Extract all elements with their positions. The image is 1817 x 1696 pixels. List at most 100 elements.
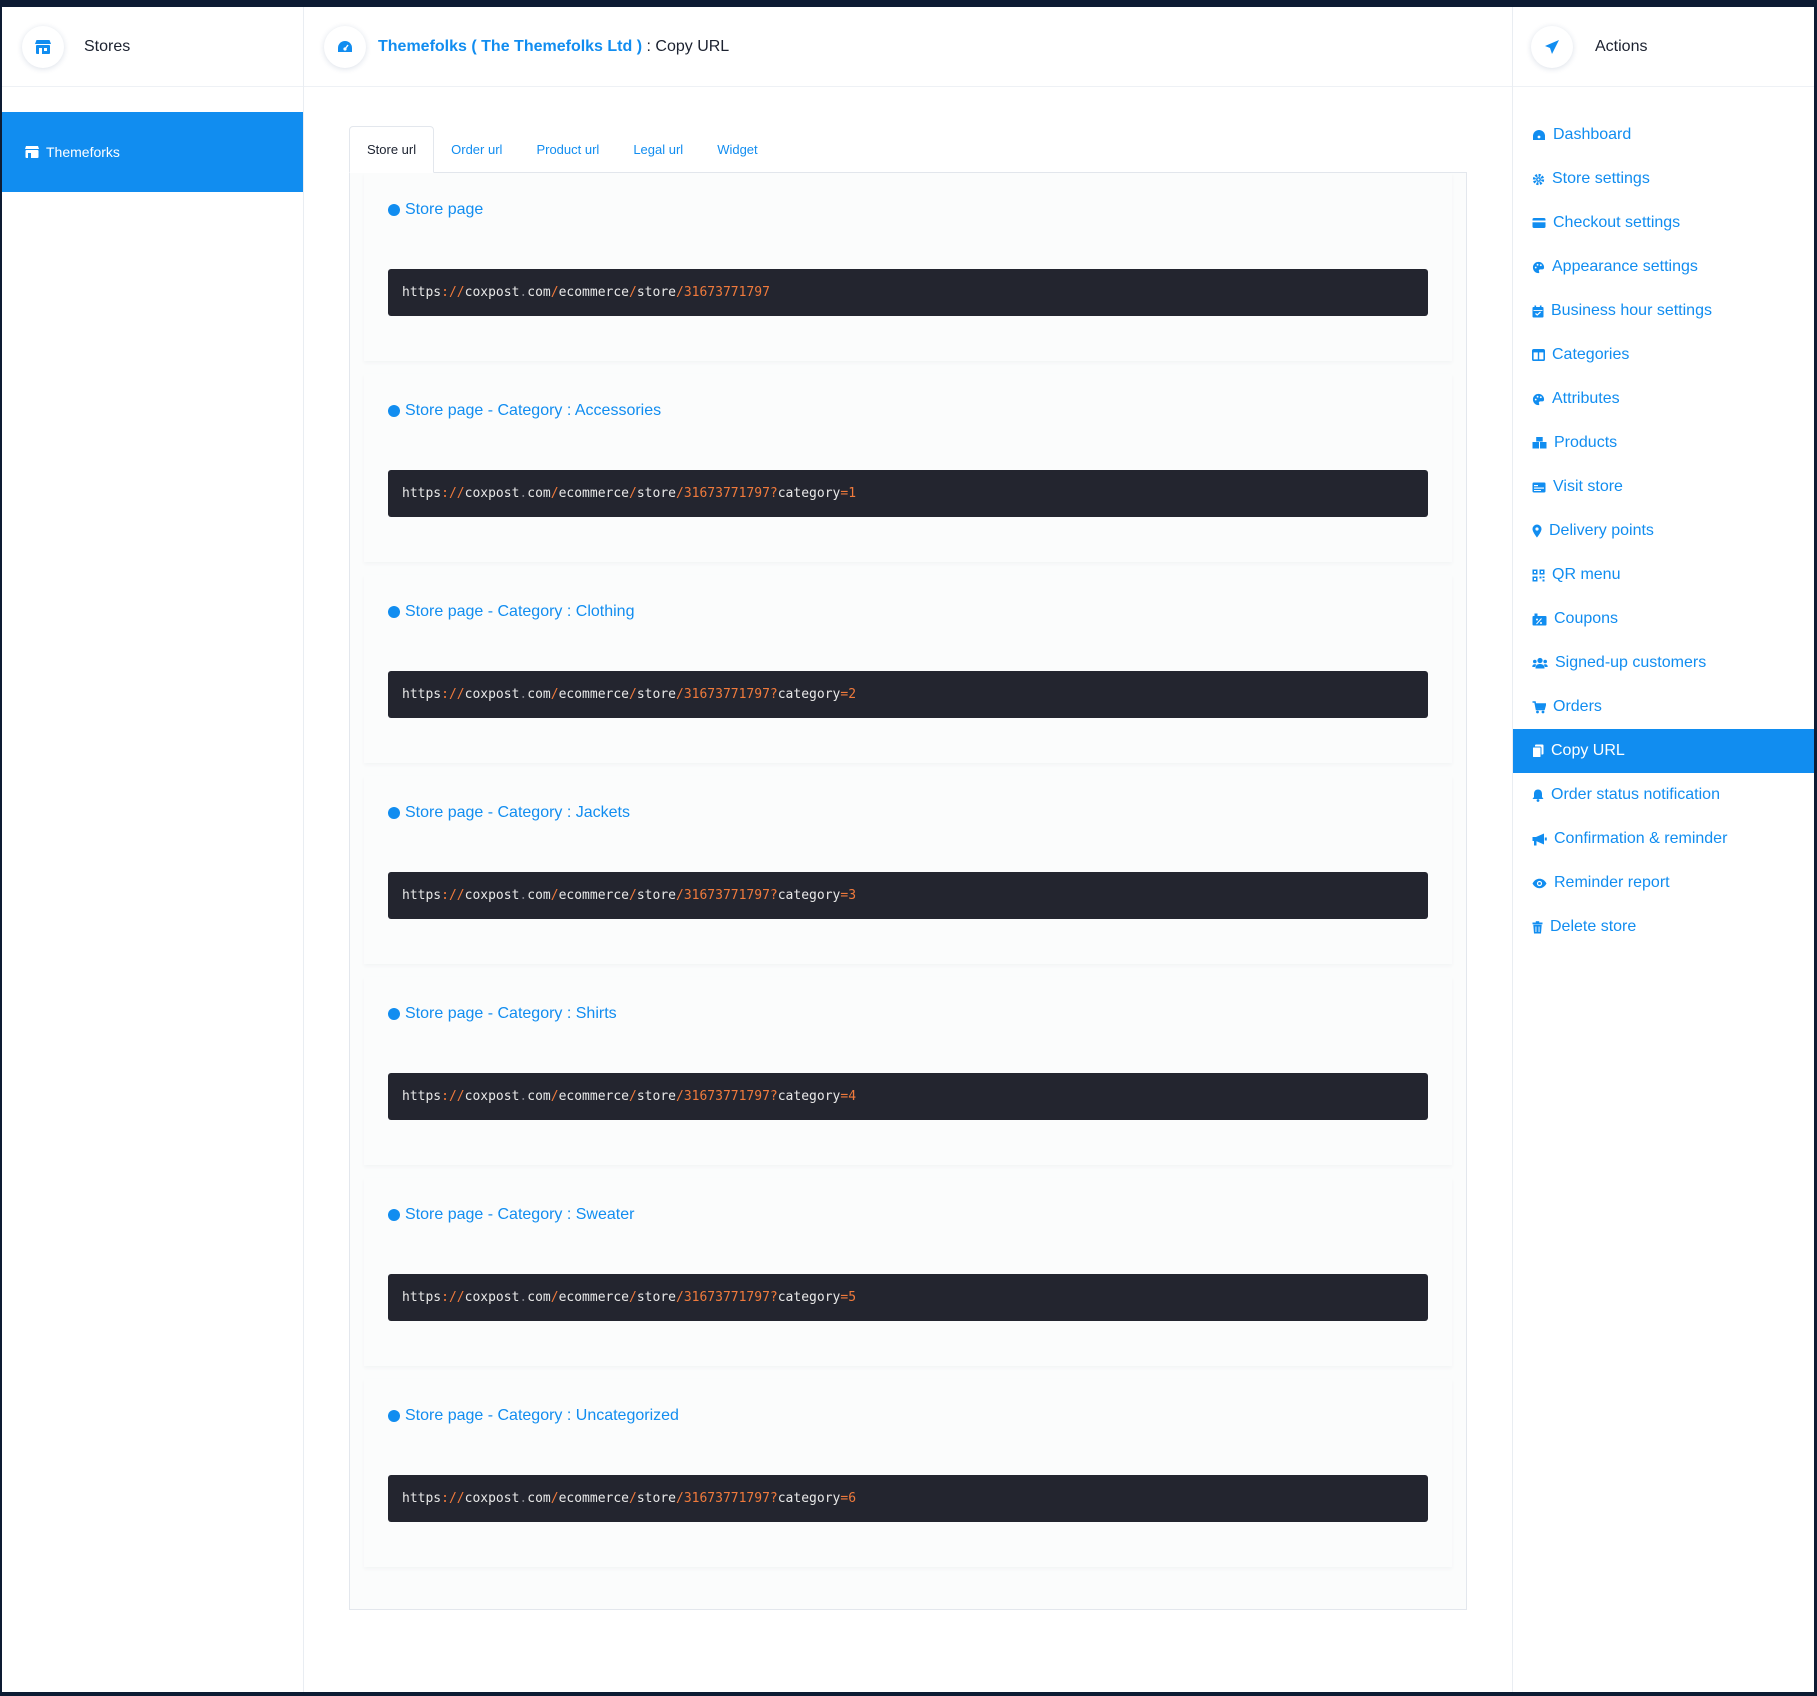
action-visit-store[interactable]: Visit store (1513, 465, 1814, 509)
tab-order-url[interactable]: Order url (434, 126, 519, 172)
url-host: coxpost (464, 1089, 520, 1104)
action-orders[interactable]: Orders (1513, 685, 1814, 729)
url-punct: / (550, 1089, 559, 1104)
url-code-box[interactable]: https://coxpost. com / ecommerce / store/3167… (388, 470, 1428, 517)
store-owner-link[interactable]: ( The Themefolks Ltd ) (471, 38, 642, 55)
action-coupons[interactable]: Coupons (1513, 597, 1814, 641)
tab-store-url[interactable]: Store url (349, 126, 435, 173)
action-qr-menu[interactable]: QR menu (1513, 553, 1814, 597)
dashboard-icon (1533, 129, 1545, 140)
tab-widget[interactable]: Widget (700, 126, 774, 172)
action-label: Signed-up customers (1555, 654, 1707, 671)
action-label: Dashboard (1553, 126, 1632, 143)
url-host: coxpost (464, 285, 520, 300)
url-scheme: https (402, 687, 442, 702)
action-attributes[interactable]: Attributes (1513, 377, 1814, 421)
url-punct: / (629, 285, 637, 300)
url-punct: / (675, 1491, 684, 1506)
palette-icon (1532, 261, 1545, 273)
url-title-link[interactable]: Store page - Category : Accessories (388, 402, 1428, 420)
url-punct: . (519, 1290, 528, 1305)
url-code-box[interactable]: https://coxpost. com / ecommerce / store/3167… (388, 269, 1428, 316)
action-delete-store[interactable]: Delete store (1513, 905, 1814, 949)
store-name-link[interactable]: Themefolks (378, 38, 467, 55)
actions-header: Actions (1513, 7, 1814, 87)
url-punct: :// (441, 888, 465, 903)
url-title: Store page - Category : Jackets (405, 804, 630, 821)
action-reminder-report[interactable]: Reminder report (1513, 861, 1814, 905)
url-title-link[interactable]: Store page - Category : Shirts (388, 1005, 1428, 1023)
url-code-box[interactable]: https://coxpost. com / ecommerce / store/3167… (388, 1274, 1428, 1321)
actions-list: Dashboard Store settings Checkout settin… (1513, 87, 1814, 949)
url-code-box[interactable]: https://coxpost. com / ecommerce / store/3167… (388, 671, 1428, 718)
action-order-status-notification[interactable]: Order status notification (1513, 773, 1814, 817)
url-param: category (777, 687, 841, 702)
url-path: ecommerce (558, 888, 630, 903)
url-punct: / (550, 687, 559, 702)
url-host: com (527, 1290, 551, 1305)
url-path: store (636, 687, 676, 702)
url-path: ecommerce (558, 285, 630, 300)
url-punct: / (629, 1491, 637, 1506)
action-dashboard[interactable]: Dashboard (1513, 113, 1814, 157)
action-products[interactable]: Products (1513, 421, 1814, 465)
url-punct: :// (441, 486, 465, 501)
url-host: com (527, 888, 551, 903)
url-title-link[interactable]: Store page - Category : Jackets (388, 804, 1428, 822)
url-punct: . (519, 1491, 528, 1506)
paper-plane-icon (1531, 25, 1573, 68)
url-param-value: 5 (848, 1290, 857, 1305)
action-business-hour-settings[interactable]: Business hour settings (1513, 289, 1814, 333)
map-marker-icon (1532, 524, 1542, 538)
url-punct: ? (769, 1290, 778, 1305)
url-punct: / (550, 486, 559, 501)
url-punct: / (629, 1089, 637, 1104)
store-list-item[interactable]: Themeforks (2, 112, 303, 192)
url-card: Store page - Category : Shirts https://c… (364, 977, 1452, 1165)
content-area: Store url Order url Product url Legal ur… (304, 87, 1512, 1610)
url-code-box[interactable]: https://coxpost. com / ecommerce / store/3167… (388, 872, 1428, 919)
url-title-link[interactable]: Store page (388, 201, 1428, 219)
action-signed-up-customers[interactable]: Signed-up customers (1513, 641, 1814, 685)
id-card-icon (1532, 482, 1546, 492)
url-param: category (777, 1290, 841, 1305)
page-title: Themefolks ( The Themefolks Ltd ) : Copy… (378, 38, 729, 56)
credit-card-icon (1532, 218, 1546, 228)
url-store-id: 31673771797 (683, 1290, 770, 1305)
store-item-label: Themeforks (46, 144, 120, 160)
url-punct: . (519, 1089, 528, 1104)
stores-title: Stores (84, 37, 131, 55)
url-title-link[interactable]: Store page - Category : Clothing (388, 603, 1428, 621)
action-copy-url[interactable]: Copy URL (1513, 729, 1814, 773)
url-scheme: https (402, 1491, 442, 1506)
url-code-box[interactable]: https://coxpost. com / ecommerce / store/3167… (388, 1073, 1428, 1120)
store-icon (22, 25, 64, 68)
url-host: com (527, 285, 551, 300)
url-punct: . (519, 486, 528, 501)
url-punct: ? (769, 1089, 778, 1104)
action-categories[interactable]: Categories (1513, 333, 1814, 377)
action-store-settings[interactable]: Store settings (1513, 157, 1814, 201)
bullet-icon (388, 204, 400, 216)
url-title-link[interactable]: Store page - Category : Uncategorized (388, 1407, 1428, 1425)
url-scheme: https (402, 1290, 442, 1305)
url-title-link[interactable]: Store page - Category : Sweater (388, 1206, 1428, 1224)
url-punct: / (550, 1290, 559, 1305)
page-header: Themefolks ( The Themefolks Ltd ) : Copy… (304, 7, 1512, 87)
url-card: Store page - Category : Jackets https://… (364, 776, 1452, 964)
url-code-box[interactable]: https://coxpost. com / ecommerce / store/3167… (388, 1475, 1428, 1522)
url-store-id: 31673771797 (683, 687, 770, 702)
url-title: Store page - Category : Uncategorized (405, 1407, 679, 1424)
action-delivery-points[interactable]: Delivery points (1513, 509, 1814, 553)
action-confirmation-reminder[interactable]: Confirmation & reminder (1513, 817, 1814, 861)
url-punct: / (550, 1491, 559, 1506)
action-label: QR menu (1552, 566, 1621, 583)
action-checkout-settings[interactable]: Checkout settings (1513, 201, 1814, 245)
url-param-value: 1 (848, 486, 857, 501)
action-appearance-settings[interactable]: Appearance settings (1513, 245, 1814, 289)
tab-legal-url[interactable]: Legal url (616, 126, 700, 172)
url-punct: . (519, 687, 528, 702)
url-path: store (636, 285, 676, 300)
tab-product-url[interactable]: Product url (519, 126, 616, 172)
url-punct: :// (441, 687, 465, 702)
